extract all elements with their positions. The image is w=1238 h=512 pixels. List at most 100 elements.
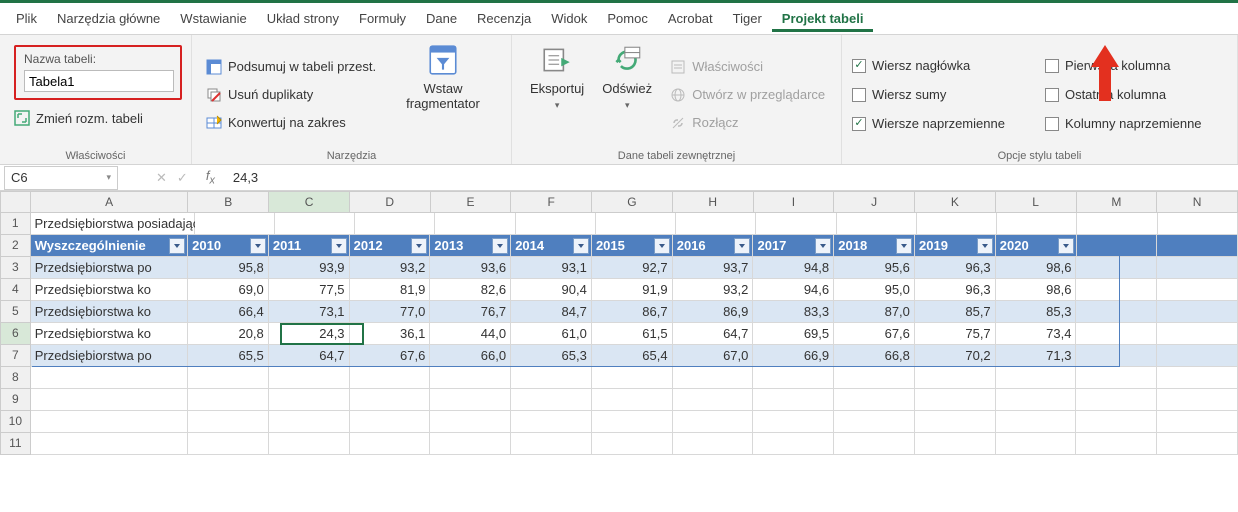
banded-rows-checkbox[interactable]: ✓Wiersze naprzemienne <box>852 114 1005 133</box>
row-header[interactable]: 1 <box>0 213 31 235</box>
menu-review[interactable]: Recenzja <box>467 5 541 32</box>
cell[interactable] <box>511 433 592 455</box>
cell[interactable] <box>516 213 596 235</box>
cell[interactable]: 87,0 <box>834 301 915 323</box>
cell[interactable]: 67,0 <box>673 345 754 367</box>
menu-table-design[interactable]: Projekt tabeli <box>772 5 874 32</box>
convert-to-range-button[interactable]: Konwertuj na zakres <box>202 113 380 133</box>
cell[interactable] <box>1157 323 1238 345</box>
cell[interactable] <box>435 213 515 235</box>
cell[interactable]: 2016 <box>673 235 754 257</box>
insert-slicer-button[interactable]: Wstaw fragmentator <box>398 41 488 148</box>
column-header[interactable]: L <box>996 191 1077 213</box>
cell[interactable] <box>676 213 756 235</box>
cell[interactable] <box>350 389 431 411</box>
cell[interactable] <box>511 389 592 411</box>
column-header[interactable]: J <box>834 191 915 213</box>
cell[interactable] <box>1157 301 1238 323</box>
remove-duplicates-button[interactable]: Usuń duplikaty <box>202 85 380 105</box>
cell[interactable]: 93,7 <box>673 257 754 279</box>
cell[interactable]: 84,7 <box>511 301 592 323</box>
cell[interactable]: 93,1 <box>511 257 592 279</box>
column-header[interactable]: A <box>31 191 189 213</box>
cell[interactable]: 66,4 <box>188 301 269 323</box>
cell[interactable] <box>756 213 836 235</box>
cell[interactable]: 2020 <box>996 235 1077 257</box>
cell[interactable]: 94,8 <box>753 257 834 279</box>
cell[interactable]: 69,0 <box>188 279 269 301</box>
cell[interactable] <box>1076 257 1157 279</box>
cell[interactable] <box>1076 301 1157 323</box>
menu-acrobat[interactable]: Acrobat <box>658 5 723 32</box>
summarize-pivot-button[interactable]: Podsumuj w tabeli przest. <box>202 57 380 77</box>
cell[interactable]: 77,0 <box>350 301 431 323</box>
column-header[interactable]: H <box>673 191 754 213</box>
cell[interactable] <box>1077 213 1157 235</box>
cell[interactable] <box>1158 213 1238 235</box>
cell[interactable]: Przedsiębiorstwa ko <box>31 301 188 323</box>
cell[interactable]: 2015 <box>592 235 673 257</box>
cell[interactable] <box>195 213 275 235</box>
filter-dropdown-icon[interactable] <box>654 238 670 254</box>
cell[interactable]: 2012 <box>350 235 431 257</box>
column-header[interactable]: I <box>754 191 835 213</box>
column-header[interactable]: B <box>188 191 269 213</box>
cell[interactable] <box>753 367 834 389</box>
cell[interactable] <box>430 411 511 433</box>
cell[interactable]: 65,4 <box>592 345 673 367</box>
cell[interactable]: 77,5 <box>269 279 350 301</box>
cell[interactable]: 67,6 <box>350 345 431 367</box>
cell[interactable]: 90,4 <box>511 279 592 301</box>
cell[interactable] <box>269 411 350 433</box>
cell[interactable] <box>1077 235 1158 257</box>
cell[interactable] <box>996 389 1077 411</box>
export-button[interactable]: Eksportuj ▾ <box>522 41 592 148</box>
total-row-checkbox[interactable]: Wiersz sumy <box>852 85 1005 104</box>
cell[interactable]: 98,6 <box>996 279 1077 301</box>
cell[interactable] <box>350 411 431 433</box>
cell[interactable]: 2014 <box>511 235 592 257</box>
cell[interactable] <box>753 433 834 455</box>
cell[interactable]: 2011 <box>269 235 350 257</box>
cell[interactable] <box>1157 433 1238 455</box>
fx-icon[interactable]: fx <box>196 168 225 187</box>
row-header[interactable]: 7 <box>0 345 31 367</box>
cell[interactable] <box>1076 389 1157 411</box>
filter-dropdown-icon[interactable] <box>169 238 185 254</box>
filter-dropdown-icon[interactable] <box>815 238 831 254</box>
cell[interactable]: 66,8 <box>834 345 915 367</box>
cell[interactable] <box>753 411 834 433</box>
first-column-checkbox[interactable]: Pierwsza kolumna <box>1045 56 1202 75</box>
cell[interactable]: 73,4 <box>996 323 1077 345</box>
cell[interactable] <box>915 411 996 433</box>
cell[interactable]: 96,3 <box>915 257 996 279</box>
cell[interactable] <box>511 367 592 389</box>
cell[interactable] <box>1157 389 1238 411</box>
column-header[interactable]: M <box>1077 191 1158 213</box>
menu-help[interactable]: Pomoc <box>597 5 657 32</box>
cell[interactable]: 2017 <box>753 235 834 257</box>
column-header[interactable]: D <box>350 191 431 213</box>
cell[interactable] <box>915 433 996 455</box>
cell[interactable] <box>1076 323 1157 345</box>
cell[interactable]: 85,7 <box>915 301 996 323</box>
filter-dropdown-icon[interactable] <box>734 238 750 254</box>
resize-table-button[interactable]: Zmień rozm. tabeli <box>10 108 181 128</box>
cell[interactable]: 64,7 <box>269 345 350 367</box>
column-header[interactable]: G <box>592 191 673 213</box>
cell[interactable] <box>188 367 269 389</box>
filter-dropdown-icon[interactable] <box>331 238 347 254</box>
cell[interactable]: Przedsiębiorstwa po <box>31 257 188 279</box>
cell[interactable] <box>1076 345 1157 367</box>
cell[interactable]: 73,1 <box>269 301 350 323</box>
cell[interactable]: 66,9 <box>753 345 834 367</box>
cell[interactable] <box>673 411 754 433</box>
cell[interactable] <box>1076 367 1157 389</box>
cell[interactable] <box>269 367 350 389</box>
menu-insert[interactable]: Wstawianie <box>170 5 256 32</box>
cell[interactable] <box>996 433 1077 455</box>
cell[interactable] <box>915 367 996 389</box>
cell[interactable] <box>31 367 188 389</box>
column-header[interactable]: C <box>269 191 350 213</box>
cell[interactable]: Przedsiębiorstwa po <box>31 345 188 367</box>
